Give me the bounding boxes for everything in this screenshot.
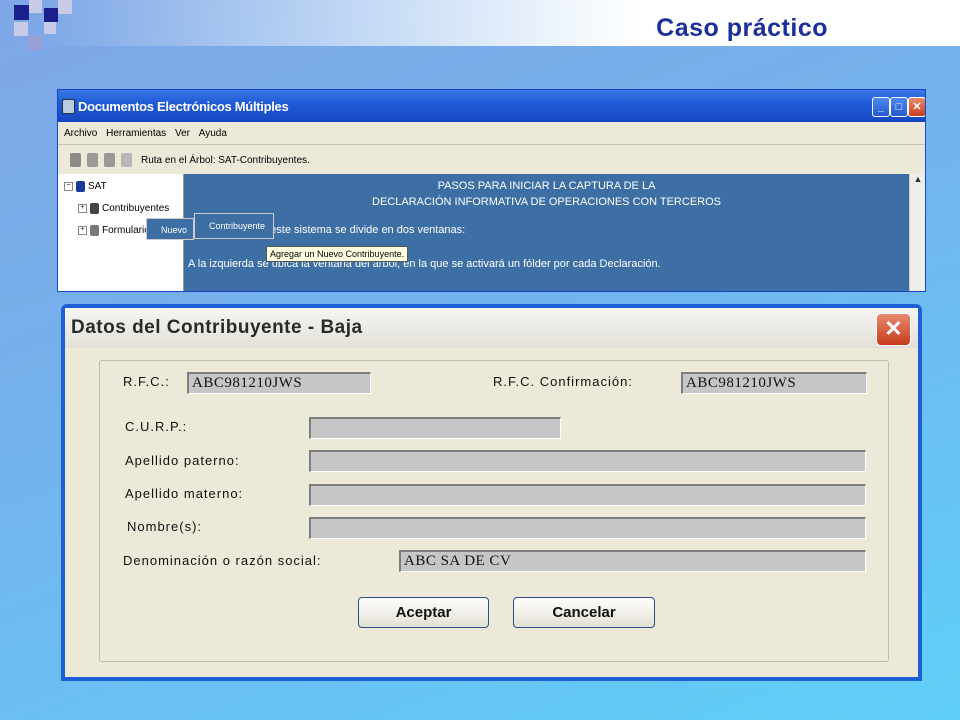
check-icon[interactable] — [70, 153, 81, 167]
rfc-confirm-field[interactable]: ABC981210JWS — [681, 372, 867, 394]
curp-field[interactable] — [309, 417, 561, 439]
users-icon[interactable] — [104, 153, 115, 167]
collapse-icon[interactable]: − — [64, 182, 73, 191]
decor-square — [44, 8, 58, 22]
razon-social-field[interactable]: ABC SA DE CV — [399, 550, 866, 572]
instructions-heading-2: DECLARACIÓN INFORMATIVA DE OPERACIONES C… — [372, 196, 721, 208]
curp-label: C.U.R.P.: — [125, 419, 188, 434]
apellido-paterno-label: Apellido paterno: — [125, 453, 240, 468]
tree-item-sat[interactable]: − SAT — [64, 181, 107, 192]
apellido-materno-field[interactable] — [309, 484, 866, 506]
razon-social-label: Denominación o razón social: — [123, 553, 322, 568]
rfc-label: R.F.C.: — [123, 374, 170, 389]
maximize-button[interactable]: □ — [890, 97, 908, 117]
minimize-button[interactable]: _ — [872, 97, 890, 117]
rfc-confirm-label: R.F.C. Confirmación: — [493, 374, 633, 389]
tooltip: Agregar un Nuevo Contribuyente. — [266, 246, 409, 262]
context-menu-nuevo[interactable]: Nuevo — [146, 218, 194, 240]
app-icon — [62, 99, 75, 114]
decor-square — [14, 22, 28, 36]
dialog-window: Datos del Contribuyente - Baja ✕ R.F.C.:… — [61, 304, 922, 681]
decor-square — [58, 0, 72, 14]
sat-icon — [76, 181, 85, 192]
dialog-body: R.F.C.: ABC981210JWS R.F.C. Confirmación… — [65, 348, 918, 677]
apellido-materno-label: Apellido materno: — [125, 486, 244, 501]
context-submenu-contribuyente[interactable]: Contribuyente — [194, 213, 274, 239]
nombre-field[interactable] — [309, 517, 866, 539]
tree-path: Ruta en el Árbol: SAT-Contribuyentes. — [141, 155, 310, 166]
cancel-button[interactable]: Cancelar — [513, 597, 655, 628]
decor-square — [14, 5, 29, 20]
vertical-scrollbar[interactable]: ▲ — [909, 174, 925, 291]
person-icon — [90, 203, 99, 214]
tree-item-formularios[interactable]: + Formularios — [78, 225, 155, 236]
app-titlebar: Documentos Electrónicos Múltiples _ □ ✕ — [58, 90, 925, 122]
dialog-close-icon[interactable]: ✕ — [876, 313, 911, 346]
tree-label: Contribuyentes — [102, 203, 170, 215]
dialog-title: Datos del Contribuyente - Baja — [71, 317, 363, 338]
decor-square — [44, 22, 56, 34]
decor-square — [29, 0, 42, 13]
menu-ayuda[interactable]: Ayuda — [199, 128, 227, 139]
expand-icon[interactable]: + — [78, 204, 87, 213]
form-group: R.F.C.: ABC981210JWS R.F.C. Confirmación… — [99, 360, 889, 662]
lock-icon[interactable] — [87, 153, 98, 167]
scroll-up-icon[interactable]: ▲ — [914, 174, 923, 184]
decor-square — [28, 36, 42, 50]
toolbar: Ruta en el Árbol: SAT-Contribuyentes. — [58, 145, 925, 175]
app-title: Documentos Electrónicos Múltiples — [78, 99, 289, 114]
app-window: Documentos Electrónicos Múltiples _ □ ✕ … — [57, 89, 926, 292]
document-icon[interactable] — [121, 153, 132, 167]
nombre-label: Nombre(s): — [127, 519, 203, 534]
dialog-titlebar: Datos del Contribuyente - Baja ✕ — [61, 304, 922, 348]
instructions-heading-1: PASOS PARA INICIAR LA CAPTURA DE LA — [437, 180, 656, 192]
slide-title: Caso práctico — [656, 14, 828, 42]
forms-icon — [90, 225, 99, 236]
tree-item-contribuyentes[interactable]: + Contribuyentes — [78, 203, 169, 214]
menu-herramientas[interactable]: Herramientas — [106, 128, 166, 139]
rfc-field[interactable]: ABC981210JWS — [187, 372, 371, 394]
close-button[interactable]: ✕ — [908, 97, 925, 117]
menu-bar: Archivo Herramientas Ver Ayuda — [58, 122, 925, 145]
menu-ver[interactable]: Ver — [175, 128, 190, 139]
tree-label: SAT — [88, 181, 107, 193]
expand-icon[interactable]: + — [78, 226, 87, 235]
apellido-paterno-field[interactable] — [309, 450, 866, 472]
accept-button[interactable]: Aceptar — [358, 597, 489, 628]
menu-archivo[interactable]: Archivo — [64, 128, 97, 139]
instructions-panel: PASOS PARA INICIAR LA CAPTURA DE LA DECL… — [184, 174, 909, 291]
instructions-line-2: A la izquierda se ubica la ventana del á… — [188, 258, 661, 270]
